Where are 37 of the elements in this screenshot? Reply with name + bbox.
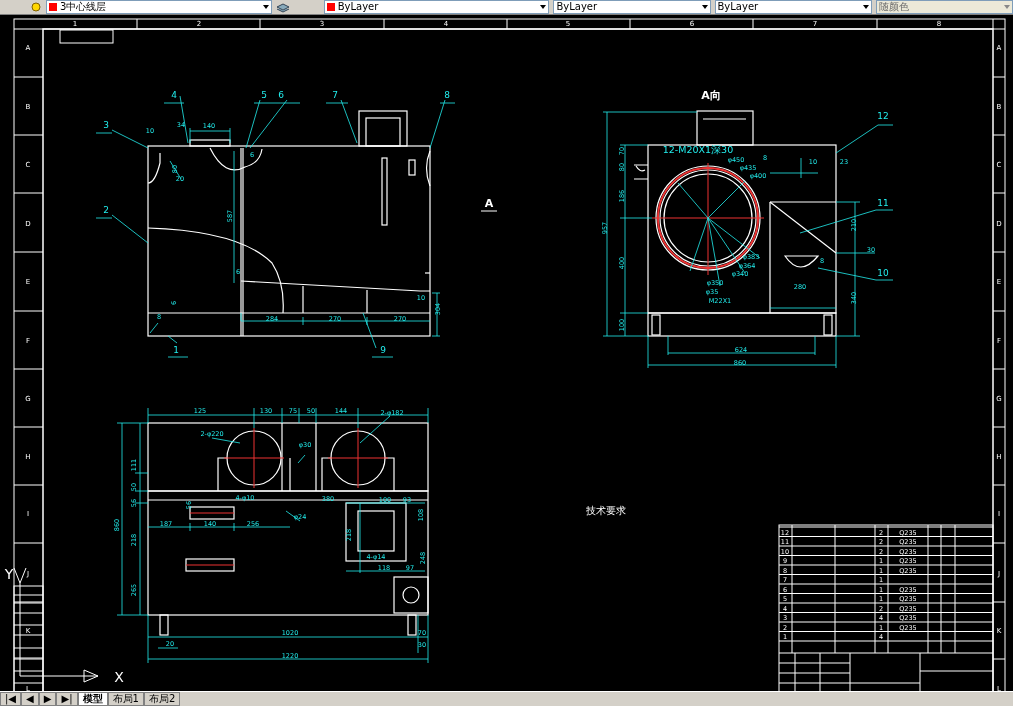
lineweight-dropdown[interactable]: ByLayer <box>714 0 872 14</box>
part-balloon-number: 3 <box>103 120 109 130</box>
part-balloon-number: 11 <box>877 198 889 208</box>
ucs-y-label: Y <box>4 566 14 582</box>
layout-tab[interactable]: 布局2 <box>143 692 181 706</box>
color-dropdown[interactable]: ByLayer <box>323 0 550 14</box>
dropdown-caret-icon <box>540 5 547 9</box>
layer-dropdown[interactable]: 3中心线层 <box>46 0 272 14</box>
dropdown-caret-icon <box>862 5 869 9</box>
drawing-number-box <box>59 29 114 44</box>
tab-scroll-button[interactable]: ◀ <box>21 692 39 706</box>
dropdown-caret-icon <box>1004 5 1010 9</box>
layout-tab[interactable]: 布局1 <box>107 692 144 706</box>
part-balloon-number: 1 <box>173 345 179 355</box>
part-balloon-number: 9 <box>380 345 386 355</box>
part-balloon-number: 2 <box>103 205 109 215</box>
linetype-dropdown[interactable]: ByLayer <box>553 0 711 14</box>
part-balloon-number: 12 <box>877 111 889 121</box>
notes-heading: 技术要求 <box>586 505 626 516</box>
dropdown-caret-icon <box>701 5 708 9</box>
view-title: A向 <box>701 89 721 102</box>
part-balloon-number: 10 <box>877 268 889 278</box>
part-balloon-number: 5 <box>261 90 267 100</box>
part-balloon-number: 6 <box>278 90 284 100</box>
part-balloon-number: 8 <box>444 90 450 100</box>
dimension-label: 12-M20X1深30 <box>662 144 734 155</box>
part-balloon-number: 4 <box>171 90 177 100</box>
tab-scroll-button[interactable]: |◀ <box>0 692 22 706</box>
tab-scroll-button[interactable]: ▶| <box>56 692 78 706</box>
ucs-x-label: X <box>114 669 124 685</box>
ucs-axes-icon <box>13 567 99 683</box>
layout-tab[interactable]: 模型 <box>77 692 108 706</box>
part-balloon-number: 7 <box>332 90 338 100</box>
layers-stack-icon[interactable] <box>275 1 290 13</box>
section-view-label: A <box>484 197 494 210</box>
layer-state-icon[interactable] <box>30 1 42 13</box>
dropdown-caret-icon <box>262 5 269 9</box>
